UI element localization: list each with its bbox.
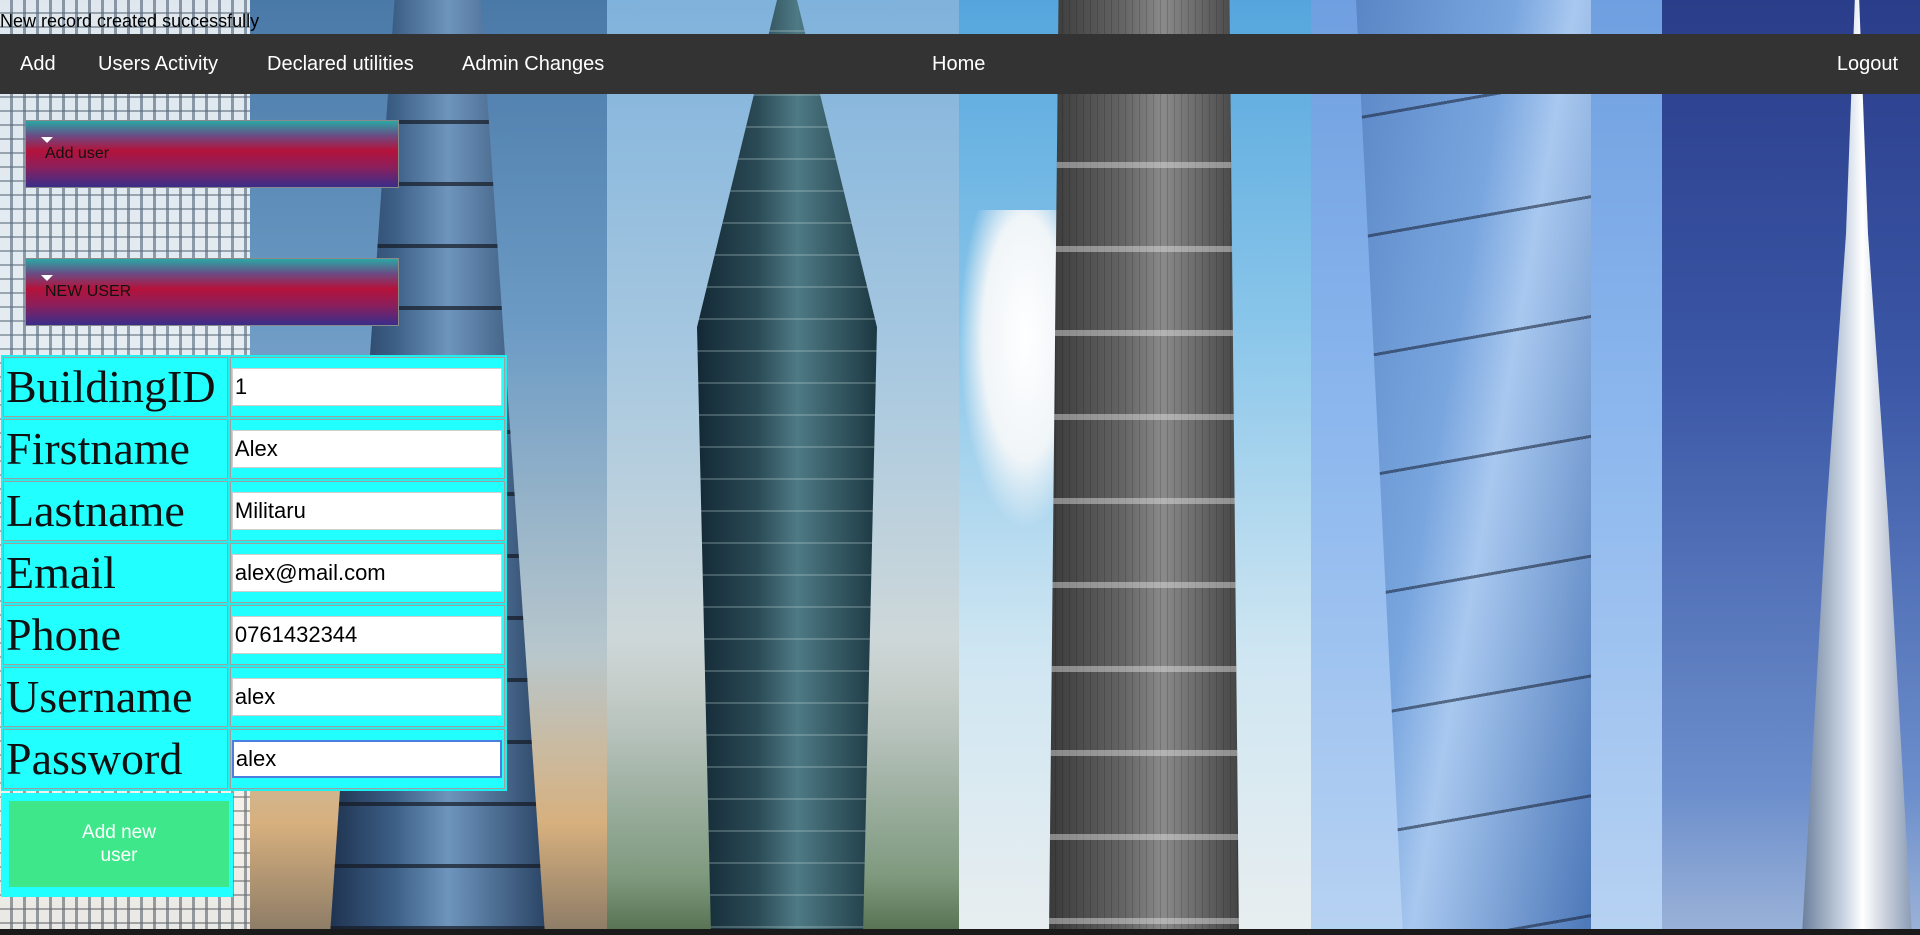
background-strip	[959, 0, 1311, 935]
nav-users-activity-link[interactable]: Users Activity	[98, 34, 218, 94]
phone-input[interactable]	[231, 616, 502, 654]
cloud-image	[959, 210, 1069, 530]
add-new-user-button[interactable]: Add new user	[9, 801, 229, 887]
background-strip	[1311, 0, 1662, 935]
new-user-collapsible-button[interactable]: NEW USER	[25, 258, 399, 326]
form-row: Firstname	[3, 419, 505, 479]
lastname-label: Lastname	[3, 481, 228, 541]
password-label: Password	[3, 729, 228, 789]
email-input[interactable]	[231, 554, 502, 592]
username-label: Username	[3, 667, 228, 727]
phone-label: Phone	[3, 605, 228, 665]
collapsible-label: Add user	[45, 145, 110, 162]
form-row: Password	[3, 729, 505, 789]
caret-down-icon	[41, 137, 53, 143]
buildingid-input[interactable]	[231, 368, 502, 406]
form-row: Lastname	[3, 481, 505, 541]
collapsible-label: NEW USER	[45, 283, 132, 300]
email-label: Email	[3, 543, 228, 603]
add-user-collapsible-button[interactable]: Add user	[25, 120, 399, 188]
status-message: New record created successfully	[0, 11, 260, 31]
top-navbar: Add Users Activity Declared utilities Ad…	[0, 34, 1920, 94]
new-user-form: BuildingID Firstname Lastname Email Phon…	[1, 355, 507, 791]
password-input[interactable]	[231, 740, 502, 778]
form-row: Phone	[3, 605, 505, 665]
background-strip	[1662, 0, 1920, 935]
buildingid-label: BuildingID	[3, 357, 228, 417]
building-image	[1802, 0, 1912, 935]
building-image	[1356, 0, 1591, 935]
nav-declared-utilities-link[interactable]: Declared utilities	[267, 34, 414, 94]
firstname-label: Firstname	[3, 419, 228, 479]
nav-home-link[interactable]: Home	[932, 34, 985, 94]
form-row: Email	[3, 543, 505, 603]
form-row: Username	[3, 667, 505, 727]
caret-down-icon	[41, 275, 53, 281]
firstname-input[interactable]	[231, 430, 502, 468]
building-image	[1049, 0, 1239, 935]
form-row: BuildingID	[3, 357, 505, 417]
bottom-scrollbar[interactable]	[0, 929, 1920, 935]
submit-cell: Add new user	[1, 793, 233, 897]
nav-admin-changes-link[interactable]: Admin Changes	[462, 34, 604, 94]
building-image	[697, 0, 877, 935]
username-input[interactable]	[231, 678, 502, 716]
lastname-input[interactable]	[231, 492, 502, 530]
background-strip	[607, 0, 959, 935]
nav-add-link[interactable]: Add	[20, 34, 56, 94]
nav-logout-link[interactable]: Logout	[1837, 34, 1898, 94]
